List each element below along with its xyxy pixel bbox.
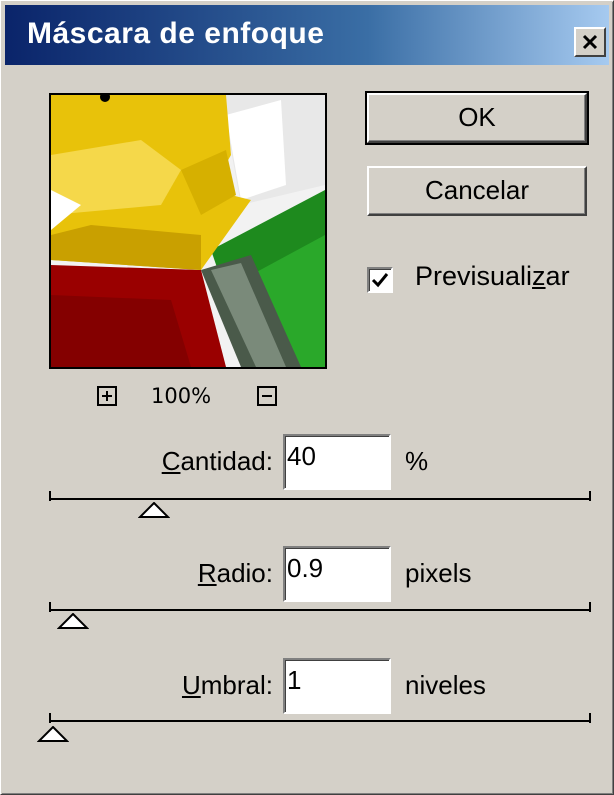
close-icon bbox=[582, 34, 598, 50]
amount-input[interactable]: 40 bbox=[283, 434, 391, 490]
amount-slider-thumb[interactable] bbox=[138, 502, 170, 518]
radius-slider-track[interactable] bbox=[49, 609, 591, 611]
ok-button[interactable]: OK bbox=[365, 91, 589, 145]
threshold-label: Umbral: bbox=[181, 670, 273, 700]
threshold-unit: niveles bbox=[405, 670, 486, 700]
cancel-button[interactable]: Cancelar bbox=[367, 166, 587, 216]
checkmark-icon bbox=[371, 273, 389, 288]
dialog-title: Máscara de enfoque bbox=[27, 17, 325, 50]
minus-icon bbox=[262, 395, 272, 397]
radius-unit: pixels bbox=[405, 558, 472, 588]
unsharp-mask-dialog: Máscara de enfoque 100% OK Cancelar Prev… bbox=[0, 0, 614, 795]
threshold-slider-track[interactable] bbox=[49, 720, 591, 722]
amount-slider-end-right bbox=[589, 491, 591, 501]
title-bar[interactable]: Máscara de enfoque bbox=[5, 5, 609, 65]
radius-label: Radio: bbox=[197, 558, 273, 588]
amount-slider-track[interactable] bbox=[49, 498, 591, 500]
plus-icon bbox=[102, 391, 112, 401]
preview-checkbox-label[interactable]: Previsualizar bbox=[415, 261, 570, 292]
preview-checkbox[interactable] bbox=[367, 267, 393, 293]
radius-slider-end-right bbox=[589, 602, 591, 612]
preview-graphic bbox=[51, 95, 325, 367]
radius-slider-thumb[interactable] bbox=[57, 613, 89, 629]
amount-label: Cantidad: bbox=[161, 446, 273, 476]
zoom-level-label: 100% bbox=[151, 384, 212, 408]
zoom-out-button[interactable] bbox=[257, 386, 277, 406]
close-button[interactable] bbox=[574, 27, 606, 57]
radius-input[interactable]: 0.9 bbox=[283, 546, 391, 602]
amount-slider-end-left bbox=[49, 491, 51, 501]
threshold-input[interactable]: 1 bbox=[283, 658, 391, 714]
radius-slider-end-left bbox=[49, 602, 51, 612]
amount-unit: % bbox=[405, 446, 429, 476]
threshold-slider-thumb[interactable] bbox=[37, 726, 69, 742]
zoom-in-button[interactable] bbox=[97, 386, 117, 406]
threshold-slider-end-right bbox=[589, 713, 591, 723]
preview-image[interactable] bbox=[49, 93, 327, 369]
threshold-slider-end-left bbox=[49, 713, 51, 723]
